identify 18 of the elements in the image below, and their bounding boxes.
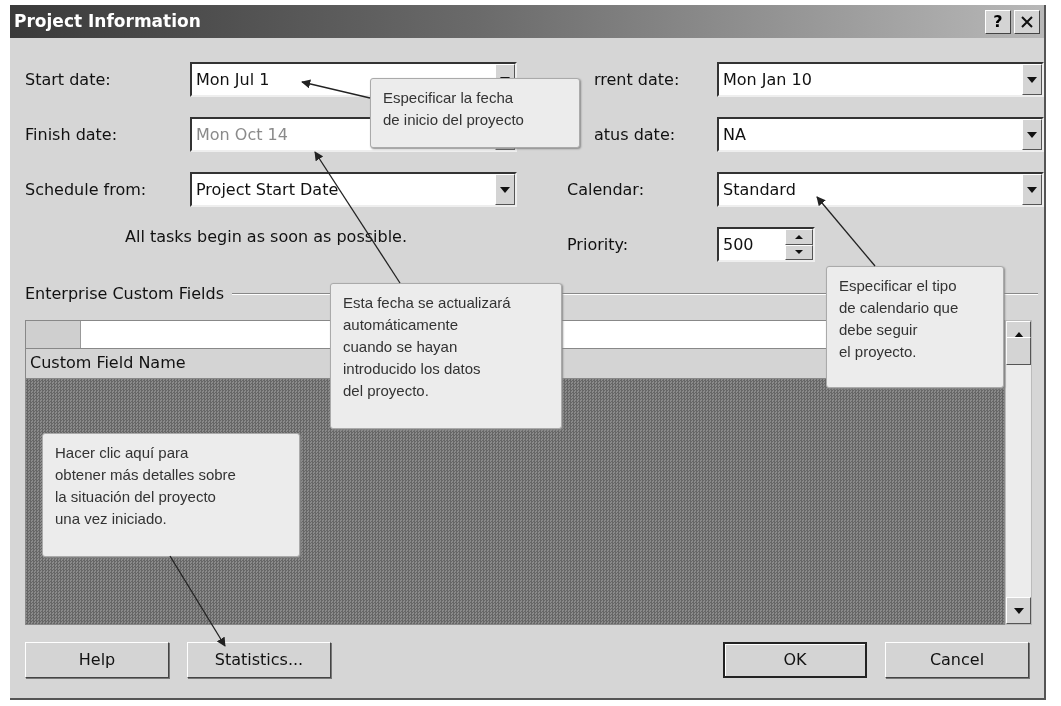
field-value: Standard — [722, 179, 797, 201]
field-label: atus date: — [593, 123, 677, 146]
field-label: rrent date: — [593, 68, 681, 91]
callout-text: Especificar el tipo de calendario que debe seguir el proyecto. — [839, 276, 960, 362]
window-title: Project Information — [14, 9, 202, 33]
group-label: Enterprise Custom Fields — [25, 283, 226, 305]
field-value: Mon Jul 1 — [195, 69, 271, 91]
callout-text: Hacer clic aquí para obtener más detalles sobre la situación del proyecto una vez iniciado. — [55, 443, 237, 529]
field-label: Schedule from: — [25, 178, 148, 201]
field-label: Start date: — [25, 68, 112, 91]
field-value: Mon Jan 10 — [722, 69, 813, 91]
field-value: Mon Oct 14 — [195, 124, 289, 146]
field-label: Calendar: — [567, 178, 646, 201]
field-label: Finish date: — [25, 123, 119, 146]
field-value: NA — [722, 124, 747, 146]
field-value: 500 — [722, 234, 755, 256]
field-value: Project Start Date — [195, 179, 340, 201]
field-label: Priority: — [567, 233, 630, 256]
